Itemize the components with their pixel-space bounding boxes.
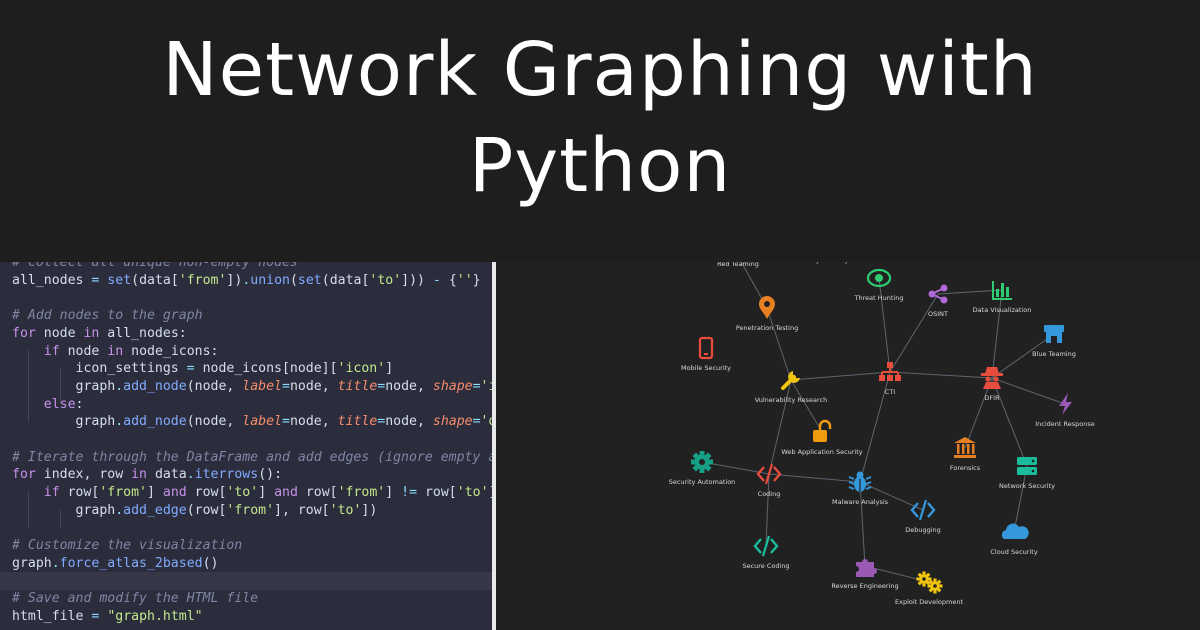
nodes-layer: Red Teaming Active Directory Security Thre…: [669, 262, 1095, 606]
graph-node-label: Security Automation: [669, 478, 736, 486]
graph-node-label: Web Application Security: [781, 448, 862, 456]
graph-node-label: CTI: [885, 388, 896, 396]
puzzle-icon: [856, 559, 877, 577]
store-icon: [1044, 325, 1064, 343]
code-line: # Iterate through the DataFrame and add …: [12, 449, 492, 465]
network-graph[interactable]: Red Teaming Active Directory Security Thre…: [496, 262, 1200, 630]
graph-node-label: Debugging: [905, 526, 941, 534]
graph-node-web-application-security[interactable]: Web Application Security: [781, 419, 863, 456]
cloud-icon: [1001, 523, 1029, 539]
graph-node-label: Threat Hunting: [854, 294, 904, 302]
graph-node-label: Exploit Development: [895, 598, 963, 606]
code-line: graph.add_node(node, label=node, title=n…: [12, 414, 492, 430]
graph-node-exploit-development[interactable]: Exploit Development: [895, 571, 963, 607]
code-line: all_nodes = set(data['from']).union(set(…: [12, 272, 481, 288]
graph-edge: [768, 379, 792, 475]
graph-node-osint[interactable]: OSINT: [928, 284, 948, 319]
gear-icon: [691, 451, 713, 473]
title-line-2: Python: [468, 123, 732, 209]
code-icon: [910, 499, 936, 521]
graph-node-label: Vulnerability Research: [755, 396, 828, 404]
code-line: else:: [43, 396, 84, 412]
graph-node-label: Secure Coding: [742, 562, 789, 570]
code-line: # collect all unique non-empty nodes: [12, 262, 298, 270]
graph-node-vulnerability-research[interactable]: Vulnerability Research: [755, 371, 828, 404]
code-line: if row['from'] and row['to'] and row['fr…: [43, 485, 492, 501]
graph-node-label: Malware Analysis: [832, 498, 889, 506]
graph-node-security-automation[interactable]: Security Automation: [669, 451, 736, 486]
graph-node-label: Mobile Security: [681, 364, 731, 372]
graph-node-red-teaming[interactable]: Red Teaming: [717, 262, 759, 268]
eye-icon: [866, 268, 892, 288]
graph-edge: [991, 377, 1066, 405]
code-line: graph.add_node(node, label=node, title=n…: [12, 378, 492, 394]
code-line: html_file = "graph.html": [12, 609, 203, 624]
graph-edge: [889, 293, 939, 373]
graph-node-debugging[interactable]: Debugging: [905, 499, 941, 534]
graph-canvas[interactable]: Red Teaming Active Directory Security Thre…: [496, 262, 1200, 630]
code-line: graph.add_edge(row['from'], row['to']): [12, 502, 378, 518]
graph-node-label: Forensics: [950, 464, 981, 472]
graph-node-label: Penetration Testing: [736, 324, 798, 332]
graph-node-incident-response[interactable]: Incident Response: [1035, 393, 1095, 428]
graph-node-label: OSINT: [928, 310, 948, 318]
graph-node-label: Incident Response: [1035, 420, 1095, 428]
map-pin-icon: [759, 296, 775, 319]
graph-node-data-visualization[interactable]: Data Visualization: [973, 281, 1032, 314]
graph-node-malware-analysis[interactable]: Malware Analysis: [832, 471, 889, 507]
graph-edge: [768, 473, 861, 483]
graph-node-threat-hunting[interactable]: Threat Hunting: [854, 268, 904, 302]
graph-node-forensics[interactable]: Forensics: [950, 437, 981, 472]
title-banner: Network Graphing with Python: [0, 0, 1200, 262]
graph-node-label: Active Directory Security: [768, 262, 849, 264]
page-title: Network Graphing with Python: [0, 22, 1200, 214]
graph-node-cti[interactable]: CTI: [879, 362, 901, 396]
graph-edge: [991, 377, 1028, 467]
graph-node-label: Blue Teaming: [1032, 350, 1076, 358]
code-line: for node in all_nodes:: [12, 325, 187, 341]
graph-edge: [790, 371, 891, 381]
current-line-highlight: [0, 572, 492, 590]
wrench-icon: [781, 371, 800, 390]
graph-edge: [889, 371, 993, 379]
graph-node-label: DFIR: [984, 394, 1000, 402]
code-line: # Add nodes to the graph: [12, 308, 203, 324]
graph-node-label: Reverse Engineering: [831, 582, 898, 590]
code-line: # Customize the visualization: [12, 538, 243, 554]
phone-icon: [698, 336, 714, 360]
title-line-1: Network Graphing with: [162, 27, 1038, 113]
graph-node-reverse-engineering[interactable]: Reverse Engineering: [831, 559, 899, 590]
graph-node-label: Coding: [758, 490, 781, 498]
graph-node-penetration-testing[interactable]: Penetration Testing: [736, 296, 798, 332]
graph-edge: [790, 379, 823, 433]
graph-node-label: Data Visualization: [973, 306, 1032, 314]
graph-edge: [1013, 465, 1028, 533]
sitemap-icon: [879, 362, 901, 381]
graph-node-active-directory-security[interactable]: Active Directory Security: [768, 262, 849, 264]
graph-edge: [766, 307, 792, 381]
code-line: if node in node_icons:: [43, 343, 219, 359]
code-line: # Save and modify the HTML file: [12, 591, 259, 607]
code-line: for index, row in data.iterrows():: [12, 467, 283, 483]
code-editor[interactable]: # collect all unique non-empty nodes all_…: [0, 262, 492, 630]
graph-edge: [765, 473, 770, 547]
graph-node-cloud-security[interactable]: Cloud Security: [990, 523, 1038, 556]
code-line: graph.force_atlas_2based(): [12, 555, 219, 571]
bolt-icon: [1059, 393, 1072, 415]
graph-node-label: Cloud Security: [990, 548, 1037, 556]
graph-edge: [859, 481, 866, 567]
code-line: icon_settings = node_icons[node]['icon']: [12, 361, 394, 377]
graph-node-blue-teaming[interactable]: Blue Teaming: [1032, 325, 1076, 358]
graph-edge: [878, 277, 891, 373]
graph-edge: [991, 289, 1003, 379]
graph-node-network-security[interactable]: Network Security: [999, 457, 1055, 490]
graph-node-mobile-security[interactable]: Mobile Security: [681, 336, 731, 372]
graph-node-label: Network Security: [999, 482, 1055, 490]
unlock-icon: [813, 419, 832, 442]
gears-icon: [916, 571, 943, 594]
graph-node-label: Red Teaming: [717, 262, 759, 268]
